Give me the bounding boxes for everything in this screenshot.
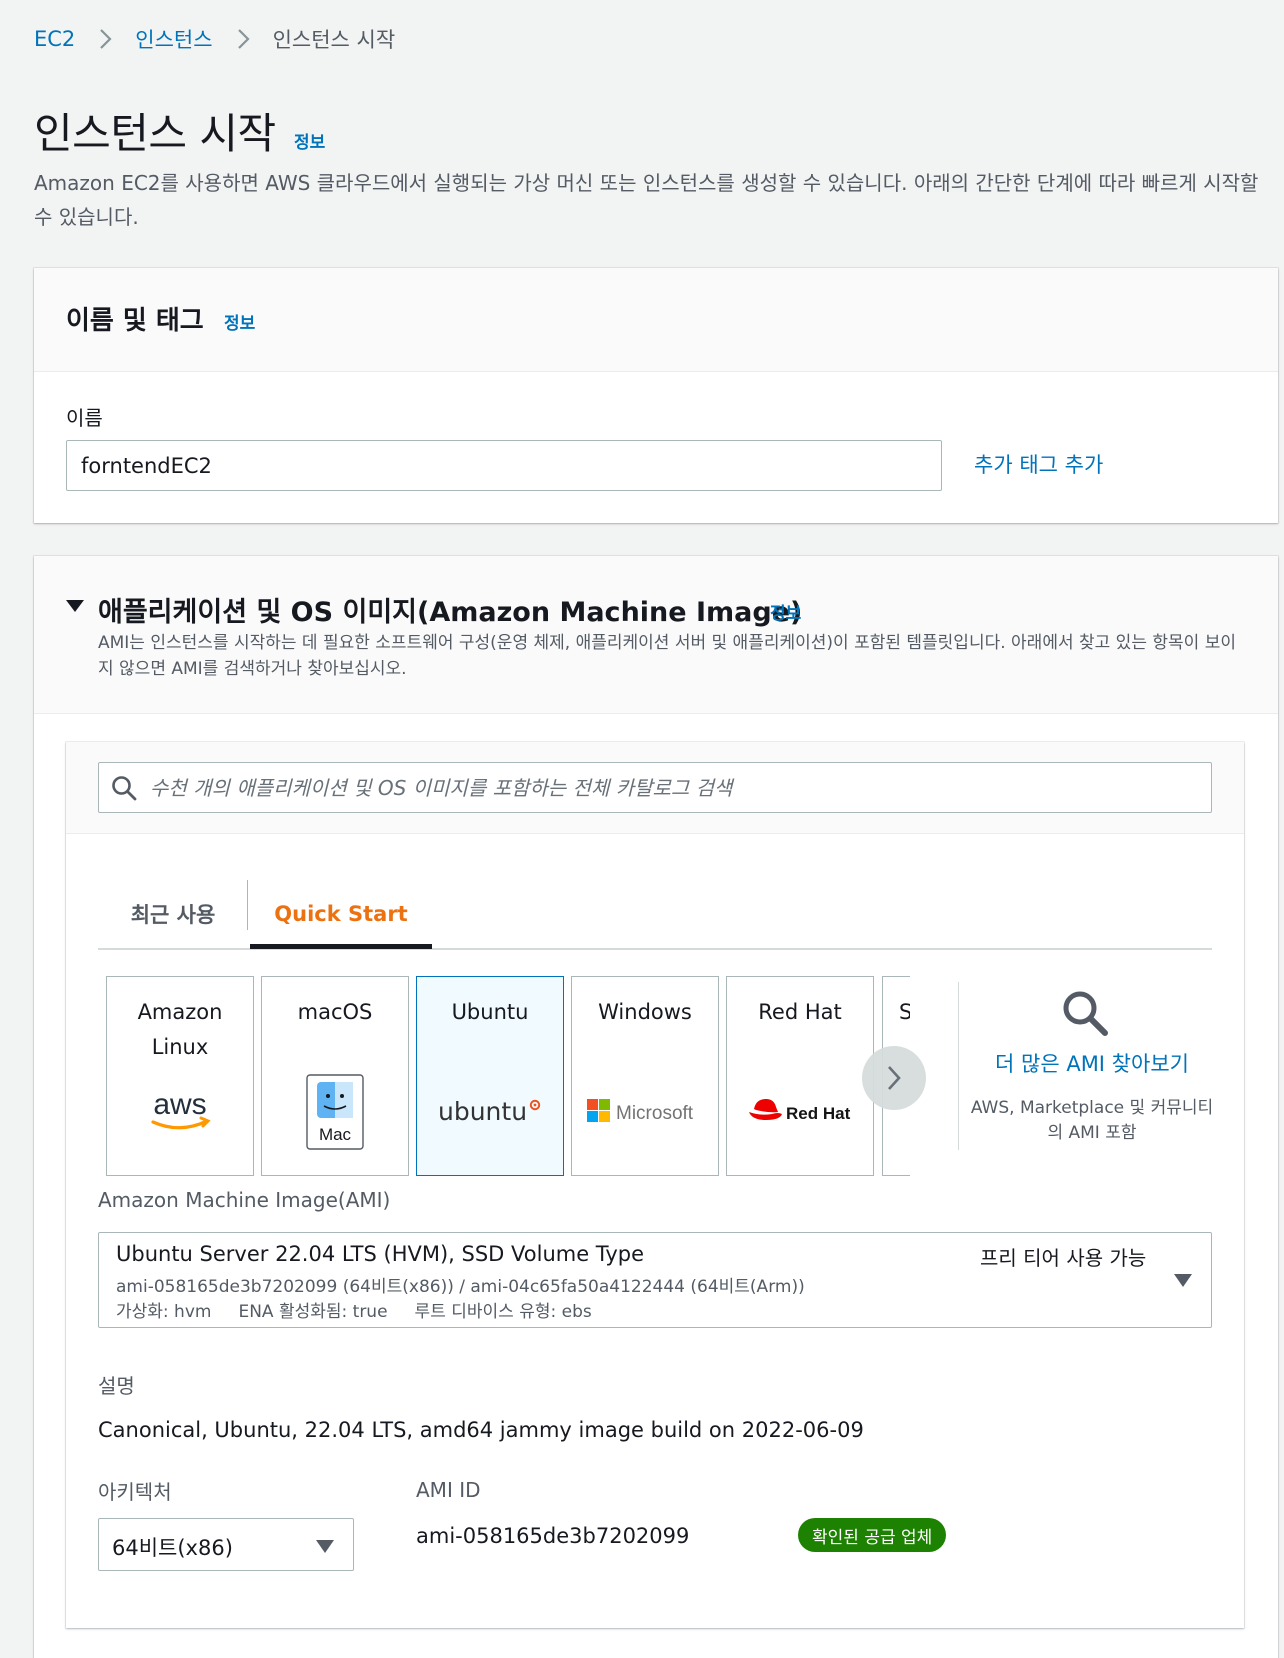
svg-text:ubuntu: ubuntu xyxy=(438,1097,527,1126)
verified-provider-badge: 확인된 공급 업체 xyxy=(798,1518,947,1552)
ami-id-value: ami-058165de3b7202099 xyxy=(416,1524,690,1548)
caret-down-icon xyxy=(316,1540,334,1553)
page-info-link[interactable]: 정보 xyxy=(294,128,325,153)
ami-search-input[interactable] xyxy=(150,764,1190,811)
description-value: Canonical, Ubuntu, 22.04 LTS, amd64 jamm… xyxy=(98,1418,864,1442)
tab-divider xyxy=(247,880,248,930)
search-icon xyxy=(1063,991,1108,1036)
browse-more-ami-subtext: AWS, Marketplace 및 커뮤니티의 AMI 포함 xyxy=(970,1098,1214,1143)
free-tier-label: 프리 티어 사용 가능 xyxy=(980,1246,1147,1270)
tile-label: macOS xyxy=(297,1000,373,1024)
ubuntu-logo-icon: ubuntu xyxy=(417,1077,563,1147)
svg-text:aws: aws xyxy=(153,1088,206,1121)
add-tag-link[interactable]: 추가 태그 추가 xyxy=(974,449,1103,479)
ami-selected-ids: ami-058165de3b7202099 (64비트(x86)) / ami-… xyxy=(116,1277,805,1297)
microsoft-logo-icon: Microsoft xyxy=(572,1077,718,1147)
name-tags-header xyxy=(34,268,1278,372)
chevron-right-icon xyxy=(100,29,112,49)
ami-section-description: AMI는 인스턴스를 시작하는 데 필요한 소프트웨어 구성(운영 체제, 애플… xyxy=(98,633,1236,679)
os-tile-amazon-linux[interactable]: Amazon Linux aws xyxy=(106,976,254,1176)
search-icon xyxy=(112,776,137,801)
chevron-right-icon xyxy=(237,29,250,49)
svg-text:Microsoft: Microsoft xyxy=(616,1103,694,1124)
breadcrumb-instances[interactable]: 인스턴스 xyxy=(135,24,212,54)
page-title: 인스턴스 시작 xyxy=(34,109,276,158)
tab-recent[interactable]: 최근 사용 xyxy=(98,880,248,948)
red-hat-logo-icon: Red Hat xyxy=(727,1077,873,1147)
svg-text:Mac: Mac xyxy=(319,1125,352,1144)
tile-label: Red Hat xyxy=(758,1000,842,1024)
tile-label: Amazon Linux xyxy=(137,1000,223,1059)
name-tags-title: 이름 및 태그 xyxy=(66,306,204,336)
ami-label: Amazon Machine Image(AMI) xyxy=(98,1188,391,1212)
ami-selected-meta: 가상화: hvm ENA 활성화됨: true 루트 디바이스 유형: ebs xyxy=(116,1302,592,1322)
ami-section-title: 애플리케이션 및 OS 이미지(Amazon Machine Image) xyxy=(98,597,803,628)
svg-text:Red Hat: Red Hat xyxy=(786,1104,851,1123)
tab-quick-start[interactable]: Quick Start xyxy=(250,880,432,948)
browse-more-ami-link[interactable]: 더 많은 AMI 찾아보기 xyxy=(968,1048,1216,1078)
tile-label: Ubuntu xyxy=(451,1000,529,1024)
mac-finder-icon: Mac xyxy=(262,1074,408,1150)
name-label: 이름 xyxy=(66,406,103,430)
os-tile-macos[interactable]: macOS Mac xyxy=(261,976,409,1176)
caret-down-icon xyxy=(1174,1274,1192,1287)
name-input[interactable] xyxy=(66,440,942,491)
page-description: Amazon EC2를 사용하면 AWS 클라우드에서 실행되는 가상 머신 또… xyxy=(34,171,1259,229)
breadcrumb-current: 인스턴스 시작 xyxy=(272,28,396,52)
breadcrumb: EC2 인스턴스 인스턴스 시작 xyxy=(34,24,395,54)
ami-selected-name: Ubuntu Server 22.04 LTS (HVM), SSD Volum… xyxy=(116,1242,645,1266)
chevron-right-icon xyxy=(888,1066,901,1090)
tile-label: Windows xyxy=(598,1000,692,1024)
name-tags-info-link[interactable]: 정보 xyxy=(224,309,255,334)
next-tiles-button[interactable] xyxy=(862,1046,926,1110)
ami-id-label: AMI ID xyxy=(416,1478,481,1502)
os-tile-ubuntu[interactable]: Ubuntu ubuntu xyxy=(416,976,564,1176)
os-tile-red-hat[interactable]: Red Hat Red Hat xyxy=(726,976,874,1176)
more-ami-divider xyxy=(958,982,959,1150)
architecture-value: 64비트(x86) xyxy=(112,1536,233,1560)
active-tab-indicator xyxy=(250,944,432,949)
breadcrumb-ec2[interactable]: EC2 xyxy=(34,27,75,51)
ami-info-link[interactable]: 정보 xyxy=(770,599,801,624)
aws-logo-icon: aws xyxy=(107,1077,253,1147)
os-tile-windows[interactable]: Windows Microsoft xyxy=(571,976,719,1176)
collapse-caret-icon[interactable] xyxy=(66,600,84,612)
architecture-label: 아키텍처 xyxy=(98,1480,172,1504)
tile-label: S xyxy=(899,995,910,1030)
ami-catalog-container xyxy=(66,742,1244,1628)
description-label: 설명 xyxy=(98,1374,135,1398)
